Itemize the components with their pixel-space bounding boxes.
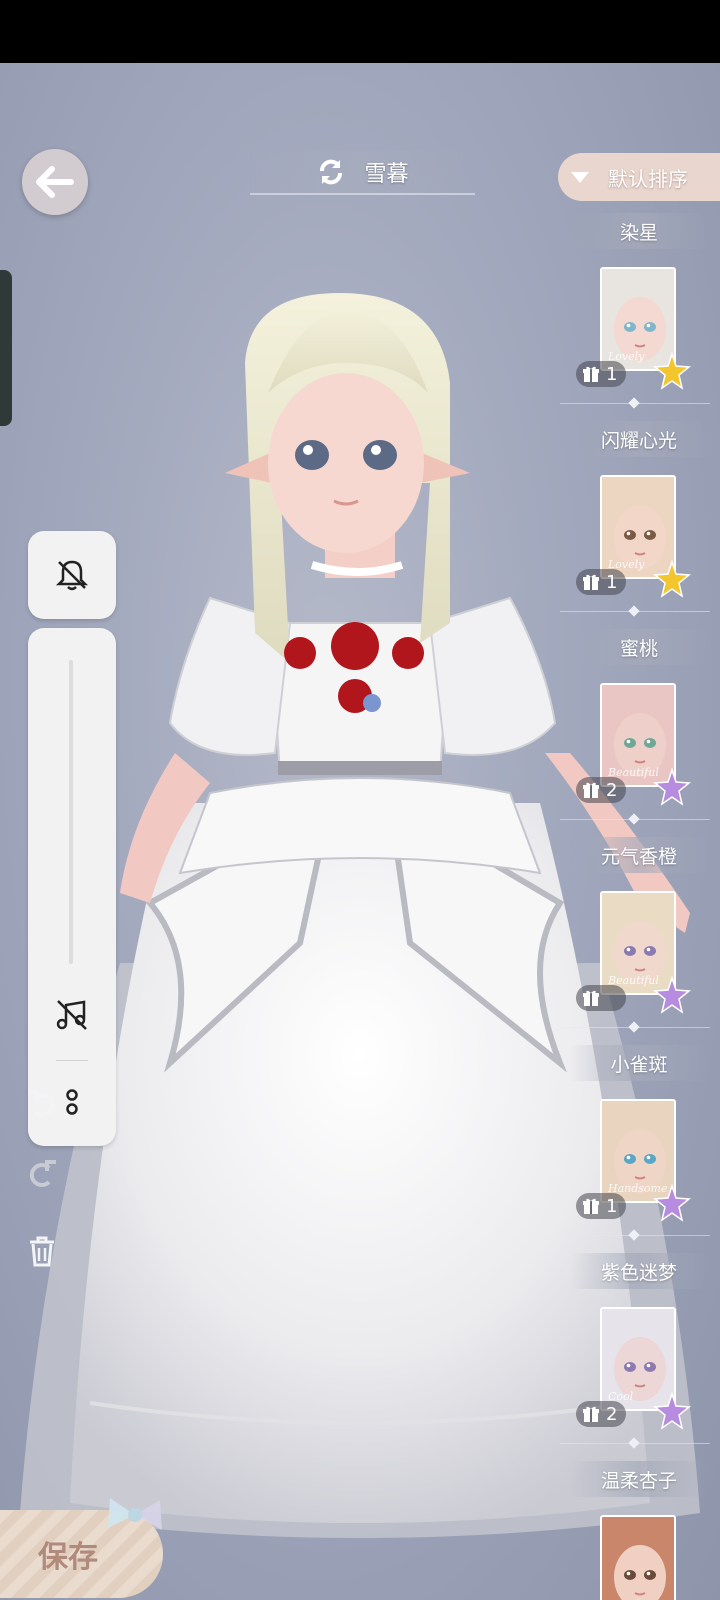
audio-panel: [28, 628, 116, 1146]
panel-divider: [56, 1060, 88, 1061]
preset-name: 温柔杏子: [570, 1461, 708, 1497]
notification-toggle-button[interactable]: [28, 531, 116, 619]
side-drawer-handle[interactable]: [0, 270, 12, 426]
divider-diamond: [628, 1229, 640, 1241]
outfit-title-bar[interactable]: 雪暮: [250, 151, 475, 195]
triangle-down-icon: [571, 172, 589, 183]
delete-button[interactable]: [22, 1231, 62, 1271]
outfit-title: 雪暮: [364, 162, 409, 187]
dressup-scene: 雪暮 默认排序 保存 染星 Lovely 1 闪耀心光 Lovely 1 蜜桃 …: [0, 63, 720, 1600]
preset-thumbnail[interactable]: Royal: [600, 1515, 676, 1600]
redo-icon: [29, 1160, 56, 1187]
undo-button[interactable]: [22, 1083, 62, 1123]
preset-item[interactable]: 紫色迷梦 Cool 2: [560, 1253, 720, 1464]
rarity-star-icon: [653, 975, 691, 1014]
back-button[interactable]: [22, 149, 88, 215]
preset-count-badge: [576, 985, 626, 1011]
arrow-left-icon: [36, 166, 74, 198]
undo-icon: [28, 1090, 55, 1117]
divider-diamond: [628, 813, 640, 825]
music-toggle-button[interactable]: [50, 993, 94, 1037]
rarity-star-icon: [653, 559, 691, 598]
gift-icon: [583, 366, 599, 382]
volume-slider[interactable]: [69, 660, 73, 964]
music-off-icon: [56, 1000, 87, 1030]
divider-diamond: [628, 605, 640, 617]
trash-icon: [30, 1236, 54, 1267]
preset-name: 闪耀心光: [570, 421, 708, 457]
preset-item[interactable]: 小雀斑 Handsome 1: [560, 1045, 720, 1256]
rarity-star-icon: [653, 351, 691, 390]
preset-count: 2: [606, 779, 618, 801]
bow-decoration-icon: [108, 1498, 162, 1530]
rarity-star-icon: [653, 767, 691, 806]
sort-dropdown[interactable]: 默认排序: [558, 153, 720, 201]
preset-count: 2: [606, 1403, 618, 1425]
preset-name: 蜜桃: [570, 629, 708, 665]
divider-diamond: [628, 1021, 640, 1033]
gift-icon: [583, 574, 599, 590]
preset-name: 紫色迷梦: [570, 1253, 708, 1289]
preset-count: 1: [606, 1195, 618, 1217]
more-vertical-icon: [66, 1089, 78, 1115]
divider-diamond: [628, 397, 640, 409]
preset-name: 染星: [570, 213, 708, 249]
preset-name: 元气香橙: [570, 837, 708, 873]
gift-icon: [583, 1198, 599, 1214]
preset-count: 1: [606, 363, 618, 385]
preset-count-badge: 1: [576, 361, 626, 387]
gift-icon: [583, 782, 599, 798]
rarity-star-icon: [653, 1183, 691, 1222]
bell-off-icon: [55, 560, 89, 591]
divider-diamond: [628, 1437, 640, 1449]
rarity-star-icon: [653, 1391, 691, 1430]
save-button[interactable]: 保存: [0, 1498, 163, 1598]
preset-count-badge: 1: [576, 1193, 626, 1219]
preset-item[interactable]: 闪耀心光 Lovely 1: [560, 421, 720, 632]
preset-count-badge: 1: [576, 569, 626, 595]
save-label: 保存: [38, 1540, 98, 1575]
preset-item[interactable]: 蜜桃 Beautiful 2: [560, 629, 720, 840]
refresh-icon: [320, 159, 343, 185]
gift-icon: [583, 990, 599, 1006]
preset-count: 1: [606, 571, 618, 593]
face-portrait: [602, 1517, 674, 1600]
status-bar: [0, 0, 720, 63]
preset-count-badge: 2: [576, 1401, 626, 1427]
preset-item[interactable]: 染星 Lovely 1: [560, 213, 720, 424]
gift-icon: [583, 1406, 599, 1422]
redo-button[interactable]: [22, 1153, 62, 1193]
preset-count-badge: 2: [576, 777, 626, 803]
preset-item[interactable]: 温柔杏子Royal5: [560, 1461, 720, 1600]
preset-item[interactable]: 元气香橙 Beautiful: [560, 837, 720, 1048]
sort-label: 默认排序: [608, 166, 688, 191]
preset-name: 小雀斑: [570, 1045, 708, 1081]
